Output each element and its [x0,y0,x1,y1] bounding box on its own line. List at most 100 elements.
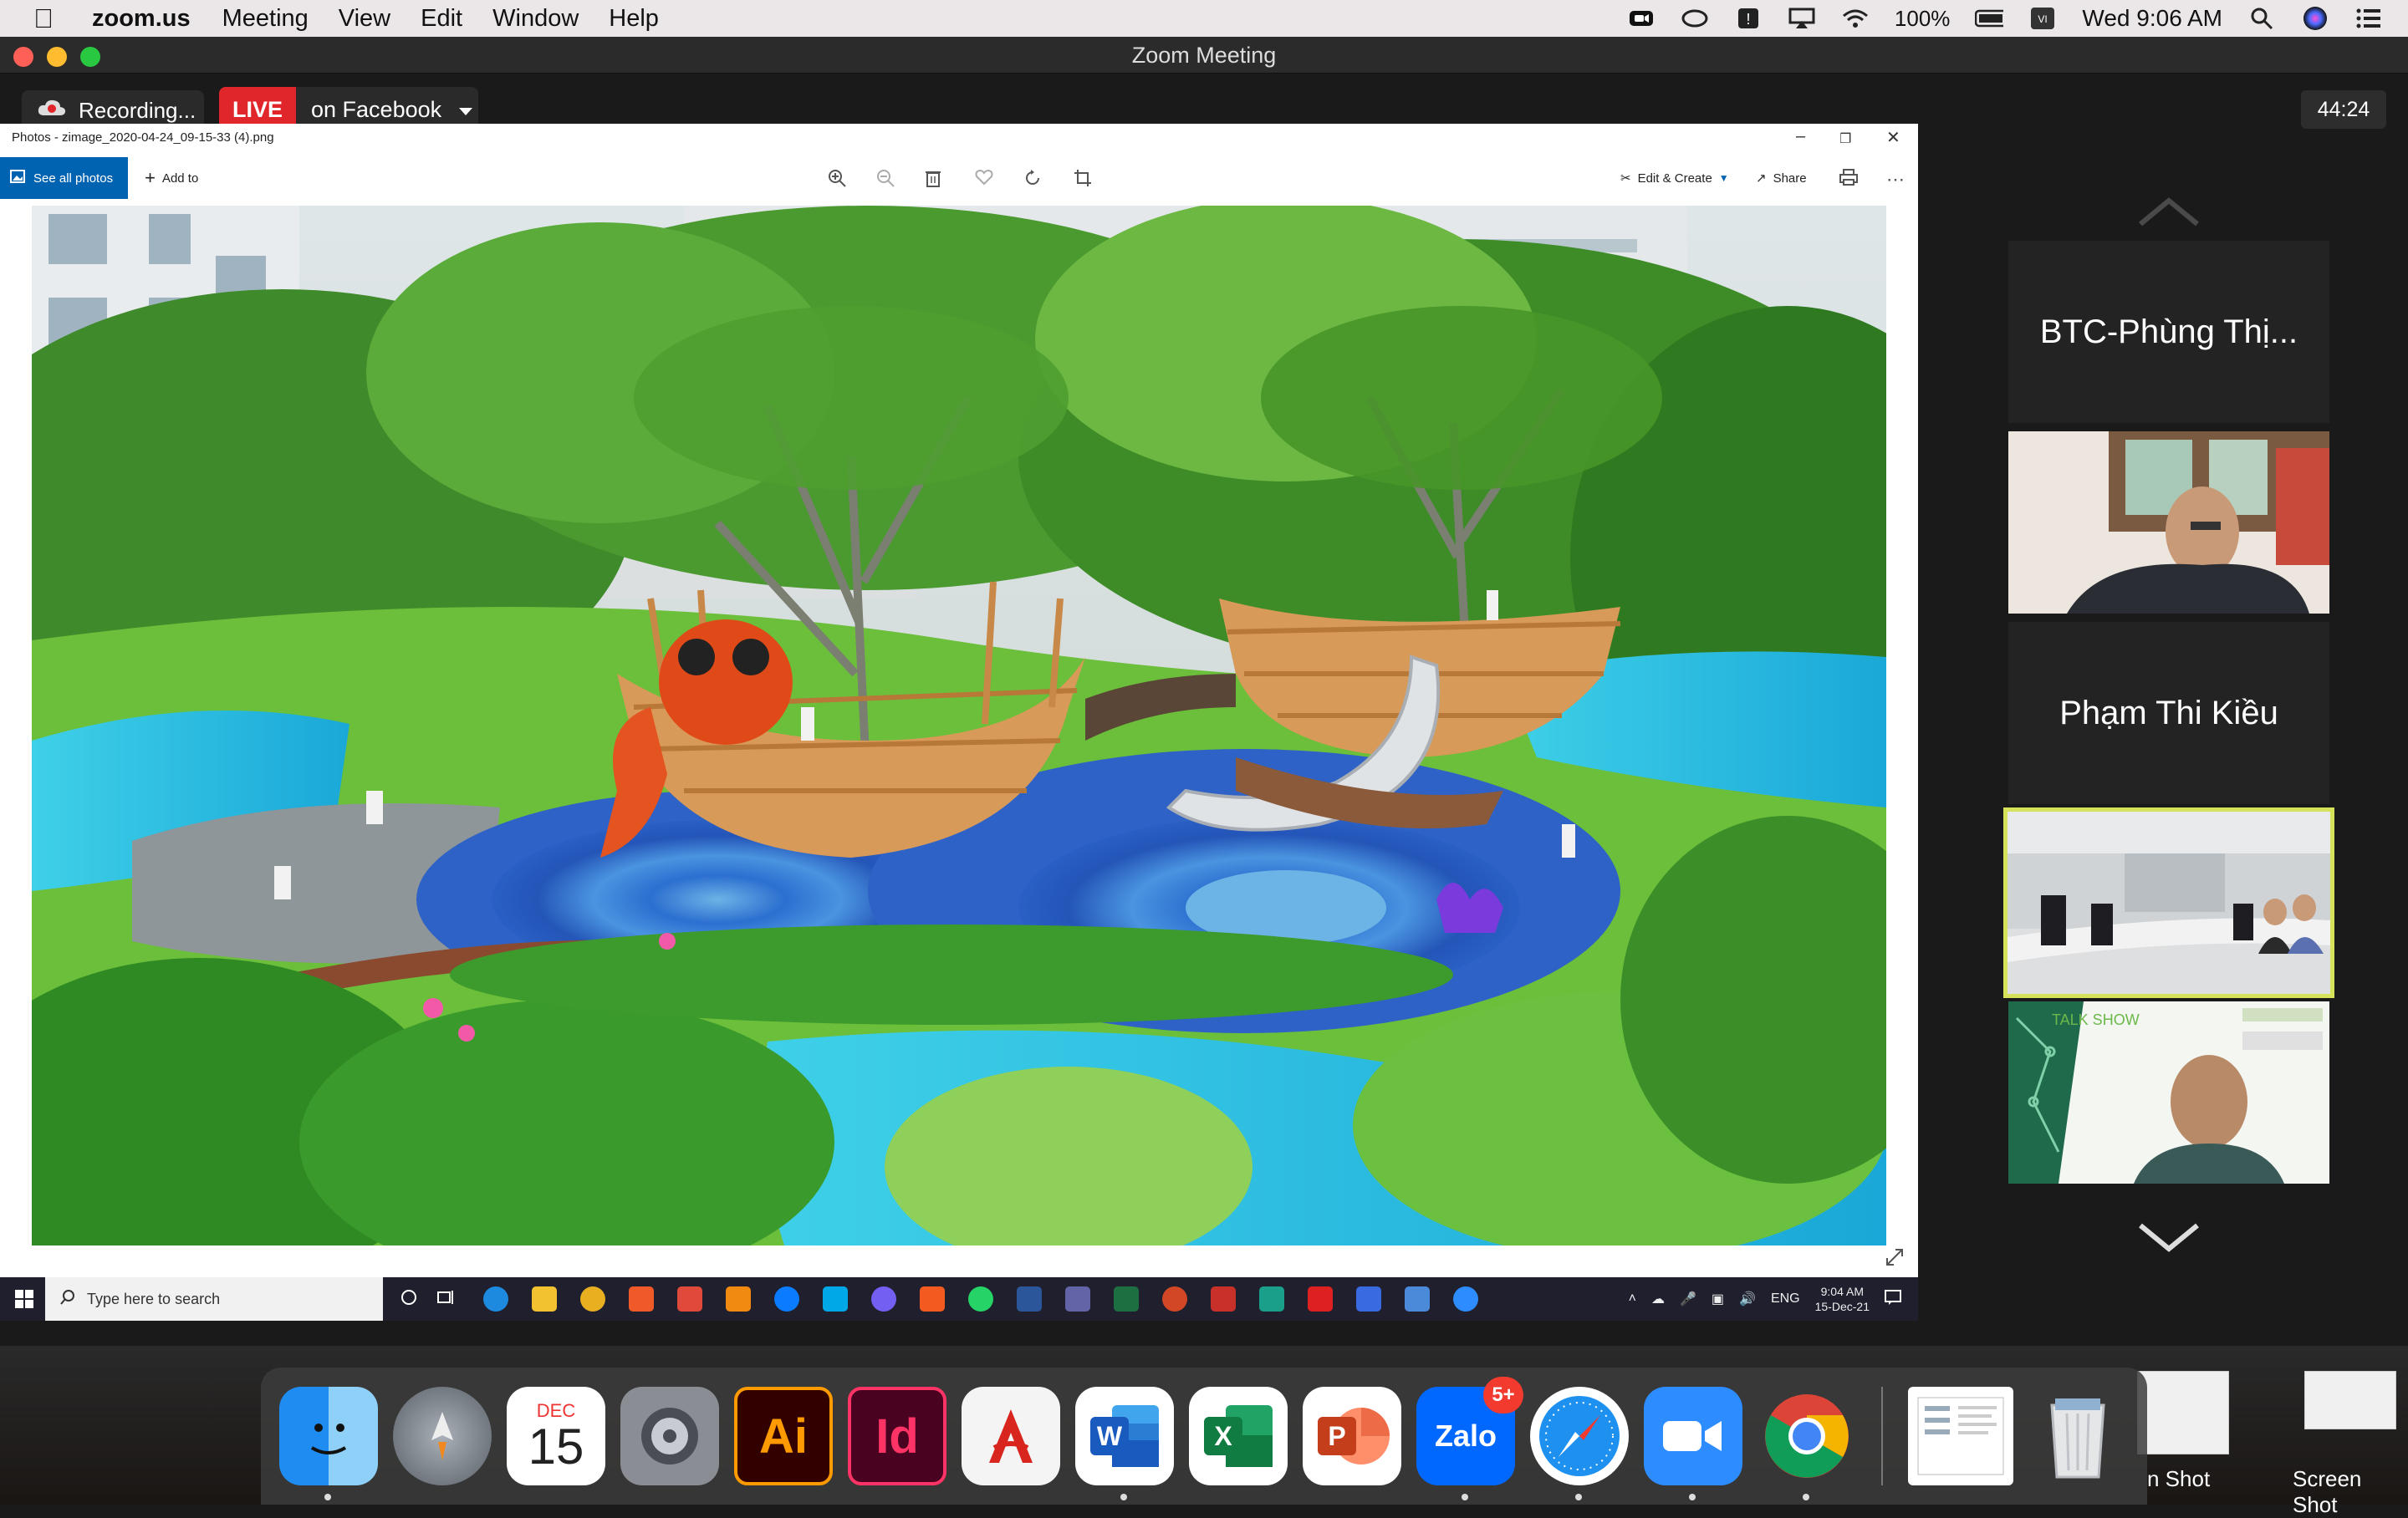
spotlight-search-icon[interactable] [2247,6,2276,31]
participant-tile[interactable]: BTC-Phùng Thị... [2008,241,2329,423]
participant-tile[interactable]: Phạm Thi Kiều [2008,622,2329,804]
zalo-icon[interactable]: Zalo 5+ [1416,1377,1523,1500]
battery-icon[interactable] [1975,6,2004,31]
photos-maximize-icon[interactable]: ❐ [1839,130,1851,147]
whatsapp-icon[interactable] [968,1286,993,1312]
powerpoint-taskbar-icon[interactable] [1162,1286,1187,1312]
word-taskbar-icon[interactable] [1017,1286,1042,1312]
onedrive-icon[interactable]: ☁ [1651,1291,1665,1307]
safari-icon[interactable] [1530,1387,1629,1500]
action-center-icon[interactable] [1885,1289,1901,1309]
menu-view[interactable]: View [339,5,390,33]
taskbar-time: 9:04 AM [1820,1285,1864,1298]
taskbar-clock[interactable]: 9:04 AM 15-Dec-21 [1815,1284,1870,1314]
viber-icon[interactable] [871,1286,896,1312]
edge-icon[interactable] [483,1286,508,1312]
zoom-status-icon[interactable] [1627,6,1656,31]
chrome-icon[interactable] [1758,1387,1856,1500]
zoom-taskbar-icon[interactable] [1453,1286,1478,1312]
add-to-button[interactable]: + Add to [145,167,198,189]
language-indicator[interactable]: ENG [1771,1291,1800,1307]
teams-icon[interactable] [1065,1286,1090,1312]
delete-icon[interactable] [925,169,941,192]
window-minimize-button[interactable] [47,47,67,67]
illustrator-icon[interactable]: Ai [734,1387,833,1485]
app-d-icon[interactable] [1211,1286,1236,1312]
excel-taskbar-icon[interactable] [1114,1286,1139,1312]
powerpoint-icon[interactable]: P [1303,1387,1401,1485]
file-explorer-icon[interactable] [532,1286,557,1312]
task-view-icon[interactable] [436,1288,455,1311]
launchpad-icon[interactable] [393,1387,492,1485]
volume-icon[interactable]: 🔊 [1739,1291,1756,1307]
trash-icon[interactable] [2028,1387,2127,1485]
chrome-taskbar-icon[interactable] [580,1286,605,1312]
acrobat-icon[interactable] [962,1387,1060,1485]
vlc-icon[interactable] [726,1286,751,1312]
app-menu-zoom[interactable]: zoom.us [92,5,191,33]
crop-icon[interactable] [1074,169,1092,192]
window-close-button[interactable] [13,47,33,67]
alert-icon[interactable]: ! [1734,6,1763,31]
wifi-icon[interactable] [1841,6,1870,31]
app-3-icon[interactable] [1259,1286,1284,1312]
zalo-taskbar-icon[interactable] [774,1286,799,1312]
zoom-out-icon[interactable] [876,169,895,192]
indesign-icon[interactable]: Id [848,1387,946,1485]
desktop-file-label[interactable]: Screen Shot [2293,1466,2408,1518]
zoom-icon[interactable] [1644,1387,1742,1500]
window-zoom-button[interactable] [80,47,100,67]
favorite-heart-icon[interactable] [975,169,993,191]
finder-icon[interactable] [279,1387,378,1500]
menu-edit[interactable]: Edit [421,5,462,33]
word-icon[interactable]: W [1075,1387,1174,1500]
excel-icon[interactable]: X [1189,1387,1288,1485]
app-icon[interactable] [677,1286,702,1312]
airplay-icon[interactable] [1788,6,1816,31]
system-preferences-icon[interactable] [620,1387,719,1485]
share-button[interactable]: ↗ Share [1756,171,1807,186]
apple-menu-icon[interactable]:  [33,3,67,34]
skype-icon[interactable] [823,1286,848,1312]
participant-video-tile[interactable]: TALK SHOW [2008,1001,2329,1184]
network-icon[interactable]: ▣ [1712,1291,1724,1307]
more-options-icon[interactable]: ⋯ [1886,169,1905,191]
expand-image-icon[interactable] [1885,1247,1905,1271]
preview-document-icon[interactable] [1908,1387,2013,1485]
scroll-down-chevron-icon[interactable] [2135,1220,2202,1254]
foxit-icon[interactable] [920,1286,945,1312]
photos-close-icon[interactable]: ✕ [1886,127,1900,148]
participant-video-tile[interactable] [2008,431,2329,614]
scroll-up-chevron-icon[interactable] [2135,196,2202,229]
windows-start-icon[interactable] [15,1290,33,1312]
windows-search-box[interactable]: Type here to search [45,1277,383,1321]
brave-icon[interactable] [629,1286,654,1312]
siri-icon[interactable] [2301,6,2329,31]
print-icon[interactable] [1839,169,1858,191]
input-method-icon[interactable]: VI [2028,6,2057,31]
desktop-file-thumbnail[interactable] [2304,1371,2396,1429]
see-all-photos-button[interactable]: See all photos [0,157,129,199]
rotate-icon[interactable] [1023,169,1042,192]
outlook-icon[interactable] [1356,1286,1381,1312]
menu-window[interactable]: Window [492,5,579,33]
tray-chevron-up-icon[interactable]: ˄ [1629,1291,1636,1307]
notification-center-icon[interactable] [2354,6,2383,31]
photos-taskbar-icon[interactable] [1405,1286,1430,1312]
creative-cloud-icon[interactable] [1681,6,1709,31]
edit-create-button[interactable]: ✂ Edit & Create ▼ [1620,171,1729,186]
microphone-icon[interactable]: 🎤 [1680,1291,1696,1307]
zoom-in-icon[interactable] [828,169,846,192]
desktop-file-thumbnail[interactable] [2137,1371,2229,1454]
menu-meeting[interactable]: Meeting [222,5,309,33]
desktop-file-label[interactable]: n Shot [2147,1466,2210,1492]
calendar-icon[interactable]: DEC 15 [507,1387,605,1485]
acrobat-taskbar-icon[interactable] [1308,1286,1333,1312]
active-speaker-video-tile[interactable] [2003,807,2334,998]
photos-minimize-icon[interactable]: – [1796,127,1805,146]
menubar-clock[interactable]: Wed 9:06 AM [2082,5,2222,32]
menu-help[interactable]: Help [609,5,659,33]
macos-dock: DEC 15 Ai Id W X P Zalo 5+ [261,1368,2147,1505]
chevron-down-icon[interactable] [458,97,473,123]
cortana-icon[interactable] [400,1288,418,1311]
